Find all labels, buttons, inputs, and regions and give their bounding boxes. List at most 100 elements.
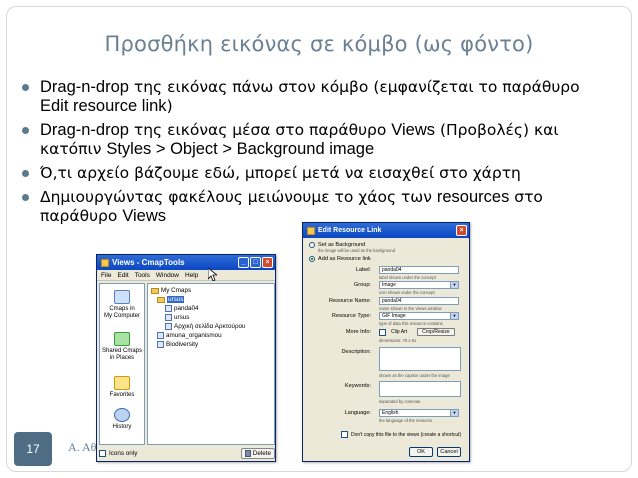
dont-copy-row: Don't copy this file to the views (creat… bbox=[341, 431, 461, 438]
set-background-option[interactable]: Set as Background the image will be used … bbox=[309, 242, 395, 253]
tree-label: amuna_organismou bbox=[166, 332, 222, 339]
sidebar-label: History bbox=[112, 424, 132, 430]
crop-resize-button[interactable]: Crop/Resize bbox=[417, 328, 455, 336]
views-menu-bar: File Edit Tools Window Help bbox=[97, 270, 275, 281]
edit-resource-link-dialog: Edit Resource Link × Set as Background th… bbox=[302, 222, 470, 462]
menu-window[interactable]: Window bbox=[156, 272, 179, 279]
sidebar-label: in Places bbox=[109, 355, 135, 361]
cmap-icon bbox=[157, 332, 164, 339]
tree-item[interactable]: panda04 bbox=[165, 305, 199, 312]
chevron-down-icon: ▼ bbox=[450, 410, 458, 416]
tree-item[interactable]: amuna_organismou bbox=[157, 332, 222, 339]
icons-only-checkbox[interactable] bbox=[99, 449, 106, 457]
bullet-dot bbox=[22, 127, 29, 134]
description-label: Description: bbox=[341, 349, 371, 355]
web-icon bbox=[165, 323, 172, 330]
option-text: Set as Background the image will be used … bbox=[318, 242, 395, 253]
clip-art-label: Clip Art bbox=[391, 329, 408, 335]
minimize-icon[interactable]: _ bbox=[238, 257, 249, 268]
close-icon[interactable]: × bbox=[456, 225, 467, 236]
tree-item[interactable]: ursus bbox=[165, 314, 189, 321]
dont-copy-label: Don't copy this file to the views (creat… bbox=[351, 431, 462, 438]
icons-only-label: Icons only bbox=[109, 449, 138, 457]
field-note: name shown in the Views window bbox=[379, 306, 442, 311]
star-icon bbox=[114, 376, 130, 390]
cancel-button[interactable]: Cancel bbox=[437, 447, 461, 457]
bullet-dot bbox=[22, 194, 29, 201]
option-label: Add as Resource link bbox=[318, 256, 371, 262]
tree-item[interactable]: Biodiversity bbox=[157, 341, 198, 348]
resource-type-label: Resource Type: bbox=[331, 313, 371, 319]
bullet-text-latin: Drag-n-drop bbox=[40, 121, 129, 139]
more-info-label: More Info: bbox=[345, 329, 371, 335]
slide-title: Προσθήκη εικόνας σε κόμβο (ως φόντο) bbox=[104, 32, 534, 56]
app-icon bbox=[101, 258, 109, 267]
tree-item[interactable]: Αρχική σελίδα Αρκτούρου bbox=[165, 323, 245, 330]
language-label: Language: bbox=[344, 410, 371, 416]
bullet-text: Ό,τι αρχείο βάζουμε εδώ, μπορεί μετά να … bbox=[40, 164, 521, 182]
clock-icon bbox=[114, 408, 130, 422]
dialog-buttons: OK Cancel bbox=[409, 447, 461, 457]
add-resource-option[interactable]: Add as Resource link bbox=[309, 256, 371, 262]
sidebar-item-favorites[interactable]: Favorites bbox=[100, 376, 144, 399]
radio-set-background[interactable] bbox=[309, 242, 315, 248]
menu-edit[interactable]: Edit bbox=[117, 272, 128, 279]
resource-type-select[interactable]: GIF Image ▼ bbox=[379, 312, 459, 320]
bullet-text-latin: Views bbox=[391, 121, 436, 139]
sidebar-item-history[interactable]: History bbox=[100, 408, 144, 431]
bullet-text-latin: Drag-n-drop bbox=[40, 78, 129, 96]
language-select[interactable]: English ▼ bbox=[379, 409, 459, 417]
more-info-row: Clip Art Crop/Resize bbox=[379, 328, 455, 336]
tree-item[interactable]: My Cmaps bbox=[151, 287, 191, 294]
dont-copy-checkbox[interactable] bbox=[341, 431, 348, 438]
field-note: shown as the caption under the image bbox=[379, 373, 450, 378]
field-note: separated by commas bbox=[379, 399, 421, 404]
cmap-icon bbox=[157, 341, 164, 348]
keywords-textarea[interactable] bbox=[379, 381, 461, 397]
resource-name-input[interactable]: panda04 bbox=[379, 297, 459, 305]
bullet-item: Drag-n-drop της εικόνας μέσα στο παράθυρ… bbox=[22, 121, 612, 159]
menu-help[interactable]: Help bbox=[185, 272, 198, 279]
sidebar-label: My Computer bbox=[103, 313, 140, 319]
tree-label: Biodiversity bbox=[166, 341, 199, 348]
clip-art-checkbox[interactable] bbox=[379, 328, 386, 336]
radio-add-resource[interactable] bbox=[309, 256, 315, 262]
bullet-item: Ό,τι αρχείο βάζουμε εδώ, μπορεί μετά να … bbox=[22, 164, 612, 183]
tree-label: panda04 bbox=[174, 305, 199, 312]
delete-button[interactable]: Delete bbox=[240, 447, 275, 459]
views-tree: My Cmaps ursus panda04 ursus Αρχική σελί… bbox=[147, 283, 275, 445]
description-textarea[interactable] bbox=[379, 347, 461, 371]
group-field-label: Group: bbox=[353, 282, 371, 288]
select-value: Image bbox=[382, 282, 396, 288]
dialog-titlebar: Edit Resource Link × bbox=[303, 223, 469, 238]
menu-tools[interactable]: Tools bbox=[135, 272, 150, 279]
field-note: label shown under the concept bbox=[379, 275, 436, 280]
label-input[interactable]: panda04 bbox=[379, 266, 459, 274]
dimensions-note: dimensions: 75 x 81 bbox=[379, 338, 417, 343]
field-note: icon shown under the concept bbox=[379, 290, 435, 295]
menu-file[interactable]: File bbox=[101, 272, 111, 279]
tree-item[interactable]: ursus bbox=[157, 296, 185, 303]
bullet-list: Drag-n-drop της εικόνας πάνω στον κόμβο … bbox=[22, 78, 612, 231]
tree-label: Αρχική σελίδα Αρκτούρου bbox=[174, 323, 246, 330]
close-icon[interactable]: × bbox=[262, 257, 273, 268]
group-select[interactable]: Image ▼ bbox=[379, 281, 459, 289]
bullet-text-latin: Edit resource link bbox=[40, 97, 167, 115]
ok-button[interactable]: OK bbox=[409, 447, 433, 457]
footer-author: Α. Αθ bbox=[68, 440, 97, 454]
tree-label: ursus bbox=[174, 314, 190, 321]
computer-icon bbox=[114, 290, 130, 304]
chevron-down-icon: ▼ bbox=[450, 282, 458, 288]
bullet-dot bbox=[22, 84, 29, 91]
maximize-icon[interactable]: □ bbox=[250, 257, 261, 268]
views-title: Views - CmapTools bbox=[112, 258, 185, 267]
bullet-item: Δημιουργώντας φακέλους μειώνουμε το χάος… bbox=[22, 188, 612, 226]
bullet-text: της εικόνας μέσα στο παράθυρο bbox=[128, 121, 392, 139]
slide-number: 17 bbox=[14, 432, 52, 466]
tree-label: ursus bbox=[167, 296, 185, 303]
views-bottom-bar: Icons only Delete bbox=[99, 446, 275, 460]
sidebar-item-shared-places[interactable]: Shared Cmaps in Places bbox=[100, 332, 144, 362]
folder-icon bbox=[151, 287, 159, 294]
bullet-item: Drag-n-drop της εικόνας πάνω στον κόμβο … bbox=[22, 78, 612, 116]
sidebar-item-my-computer[interactable]: Cmaps in My Computer bbox=[100, 290, 144, 320]
